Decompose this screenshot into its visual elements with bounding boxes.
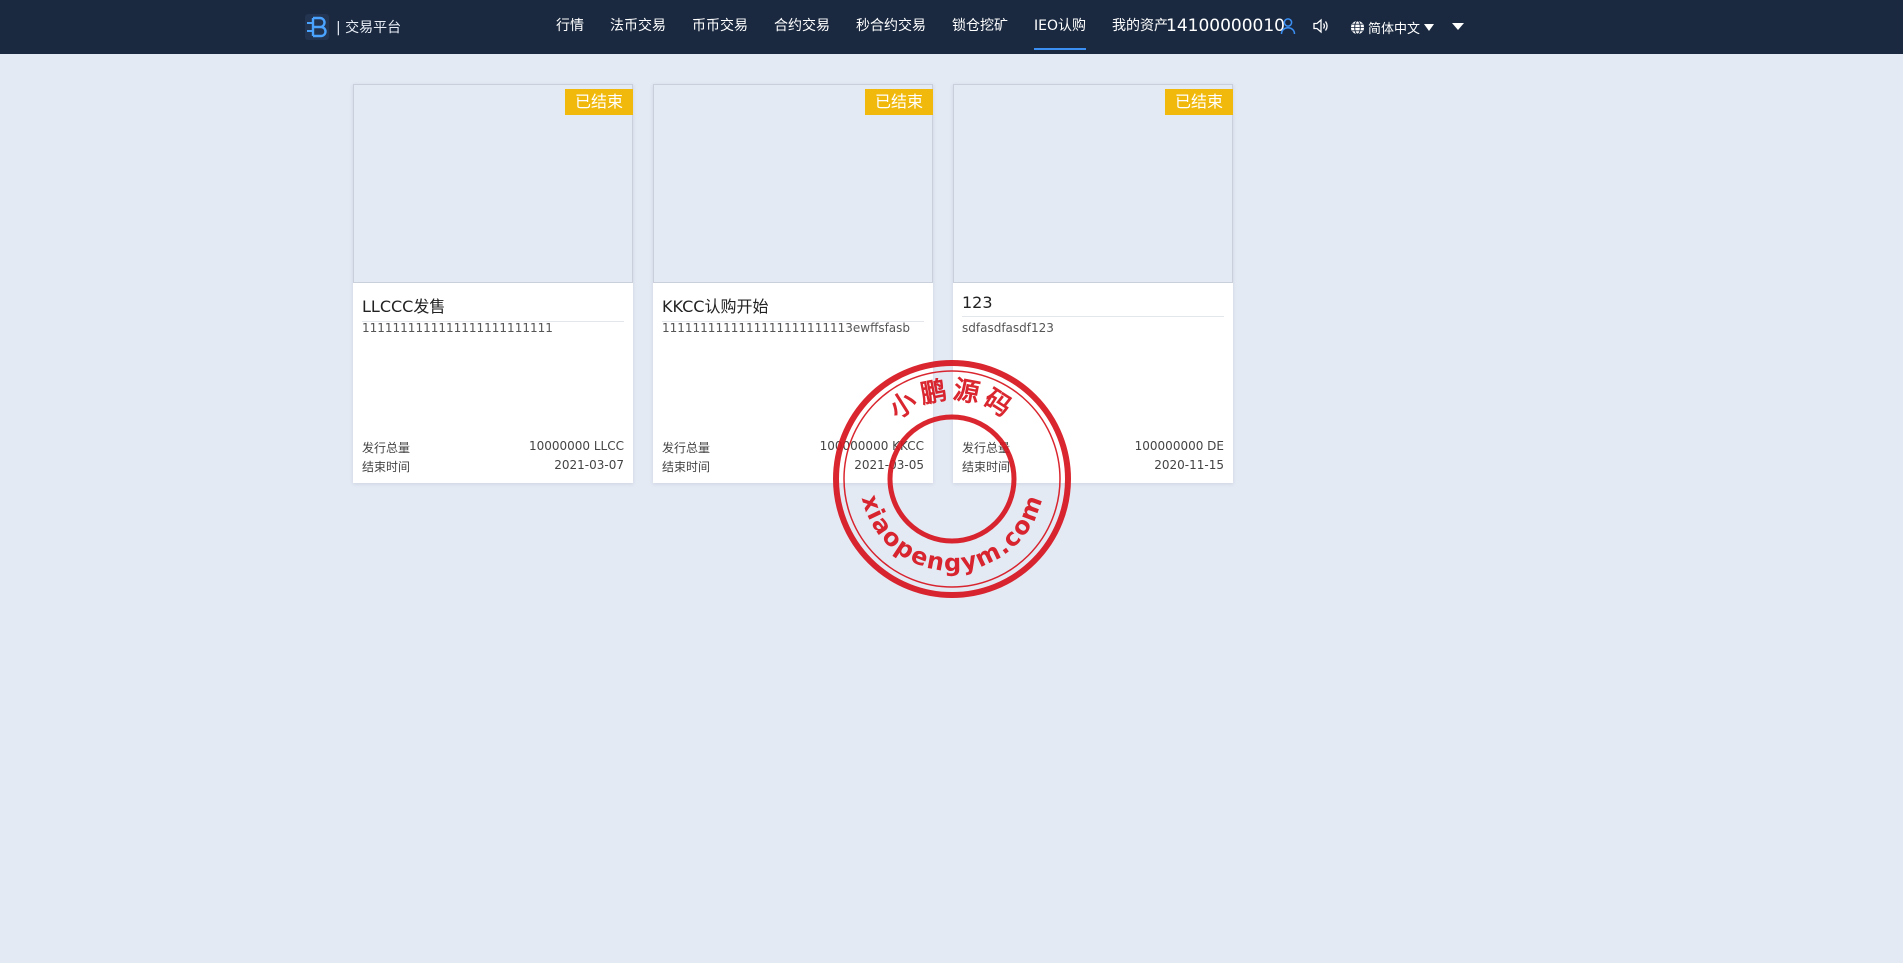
- end-time-row: 结束时间 2021-03-07: [362, 458, 624, 476]
- issue-total-row: 发行总量 10000000 LLCC: [362, 439, 624, 457]
- card-title: LLCCC发售: [362, 293, 624, 322]
- nav-item-ieo[interactable]: IEO认购: [1034, 0, 1086, 54]
- caret-down-icon[interactable]: [1452, 23, 1464, 30]
- language-label: 简体中文: [1368, 21, 1421, 37]
- language-caret-icon: [1424, 23, 1435, 31]
- nav-item-contract-trading[interactable]: 合约交易: [774, 0, 830, 54]
- issue-total-value: 100000000 DE: [1134, 439, 1224, 453]
- account-number[interactable]: 14100000010: [1166, 0, 1285, 54]
- speaker-icon[interactable]: [1312, 17, 1330, 35]
- card-description: sdfasdfasdf123: [962, 321, 1054, 335]
- issue-total-label: 发行总量: [662, 441, 711, 455]
- top-navigation-bar: | 交易平台 行情 法币交易 币币交易 合约交易 秒合约交易 锁仓挖矿 IEO认…: [0, 0, 1903, 54]
- card-title: 123: [962, 293, 1224, 317]
- brand-name: | 交易平台: [336, 20, 402, 36]
- globe-icon: [1350, 19, 1365, 35]
- card-description: 1111111111111111111111113ewffsfasb: [662, 321, 911, 335]
- card-title: KKCC认购开始: [662, 293, 924, 322]
- status-badge: 已结束: [865, 89, 933, 115]
- end-time-value: 2021-03-07: [554, 458, 624, 472]
- end-time-value: 2020-11-15: [1154, 458, 1224, 472]
- nav-item-lock-mining[interactable]: 锁仓挖矿: [952, 0, 1008, 54]
- nav-item-second-contract[interactable]: 秒合约交易: [856, 0, 926, 54]
- status-badge: 已结束: [1165, 89, 1233, 115]
- main-nav: 行情 法币交易 币币交易 合约交易 秒合约交易 锁仓挖矿 IEO认购 我的资产: [556, 0, 1194, 54]
- ieo-card[interactable]: 已结束 LLCCC发售 1111111111111111111111111 发行…: [353, 84, 633, 483]
- nav-item-fiat-trading[interactable]: 法币交易: [610, 0, 666, 54]
- watermark-stamp: 小鹏源码 xiaopengym.com: [830, 357, 1074, 601]
- language-selector[interactable]: 简体中文: [1350, 0, 1435, 54]
- brand-b-logo-icon: [304, 13, 330, 41]
- nav-item-my-assets[interactable]: 我的资产: [1112, 0, 1168, 54]
- user-icon[interactable]: [1279, 17, 1297, 35]
- status-badge: 已结束: [565, 89, 633, 115]
- nav-item-market[interactable]: 行情: [556, 0, 584, 54]
- card-description: 1111111111111111111111111: [362, 321, 553, 335]
- nav-item-spot-trading[interactable]: 币币交易: [692, 0, 748, 54]
- issue-total-label: 发行总量: [362, 441, 411, 455]
- end-time-label: 结束时间: [362, 460, 411, 474]
- brand[interactable]: | 交易平台: [304, 12, 401, 42]
- issue-total-value: 10000000 LLCC: [528, 439, 624, 453]
- end-time-label: 结束时间: [662, 460, 711, 474]
